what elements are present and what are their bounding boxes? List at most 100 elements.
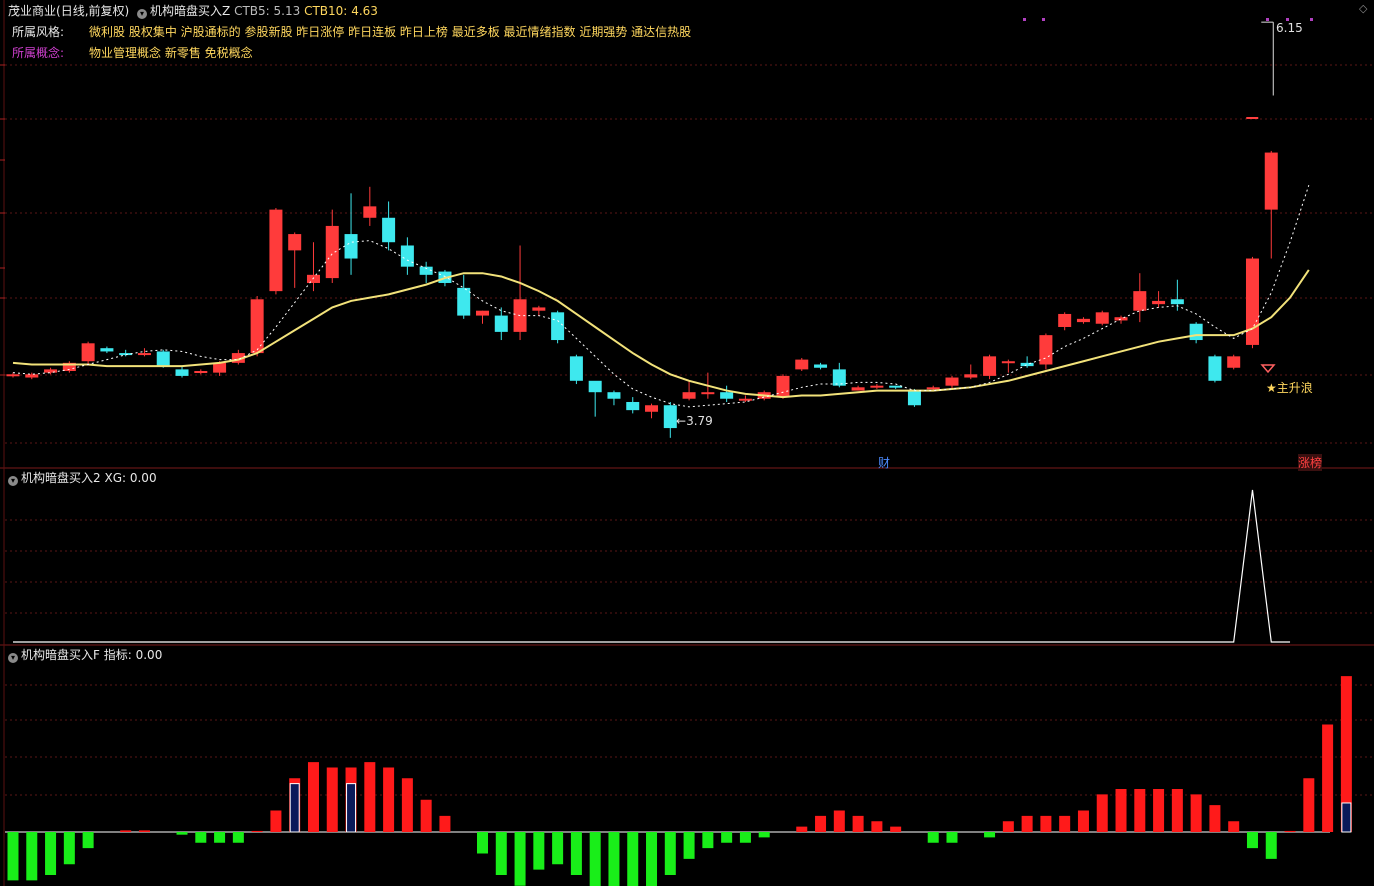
indicator-bar-down	[195, 832, 207, 843]
f-panel-title: ▾ 机构暗盘买入F 指标: 0.00	[8, 646, 162, 663]
indicator-bar-up	[251, 830, 263, 832]
candle-body	[945, 377, 959, 386]
indicator-bar-up	[138, 830, 150, 832]
grid-lines	[0, 0, 1374, 886]
indicator-bar-up	[120, 830, 132, 832]
candle-body	[1058, 313, 1072, 327]
xg-chart	[13, 489, 1291, 643]
indicator-bar-down	[1246, 832, 1258, 849]
indicator-bar-down	[477, 832, 488, 854]
f-indicator-chart	[5, 676, 1352, 886]
candle-body	[457, 287, 471, 316]
f-label: 指标:	[103, 648, 132, 662]
indicator-bar-up	[401, 778, 413, 832]
indicator-bar-up	[364, 762, 376, 832]
candle-body	[25, 374, 39, 378]
indicator-bar-down	[946, 832, 958, 843]
candle-body	[44, 369, 58, 373]
candle-body	[494, 315, 508, 332]
indicator-bar-down	[533, 832, 545, 870]
candle-body	[626, 401, 640, 411]
indicator-bar-up	[1040, 815, 1052, 832]
candle-body	[1133, 291, 1147, 311]
ma10-line	[12, 269, 1310, 399]
indicator-bar-up	[1096, 794, 1108, 832]
indicator-bar-up	[890, 826, 902, 832]
candle-body	[382, 217, 396, 243]
indicator-bar-down	[26, 832, 38, 881]
indicator-bar-down	[63, 832, 75, 865]
indicator-overlay-bar	[289, 783, 300, 833]
indicator-bar-up	[383, 767, 395, 832]
candle-body	[907, 390, 921, 406]
indicator-bar-up	[1002, 821, 1014, 832]
candle-body	[325, 225, 339, 279]
candle-body	[701, 392, 715, 395]
xg-line	[13, 489, 1291, 643]
indicator-bar-down	[683, 832, 695, 859]
f-toggle-icon[interactable]: ▾	[8, 653, 18, 663]
candle-body	[1208, 356, 1222, 381]
candle-body	[1245, 258, 1259, 345]
top-marker-dot	[1310, 18, 1313, 21]
candle-body	[663, 405, 677, 429]
indicator-bar-down	[570, 832, 582, 875]
indicator-bar-up	[420, 799, 432, 832]
xg-panel-title: ▾ 机构暗盘买入2 XG: 0.00	[8, 469, 157, 486]
candle-body	[213, 362, 227, 373]
candle-body	[1170, 299, 1184, 305]
candle-body	[645, 405, 659, 412]
indicator-bar-down	[214, 832, 226, 843]
xg-title[interactable]: 机构暗盘买入2	[21, 471, 101, 485]
candle-body	[476, 310, 489, 316]
indicator-bar-down	[758, 832, 770, 838]
top-marker-dot	[1023, 18, 1026, 21]
candle-body	[81, 343, 95, 362]
candle-body	[964, 374, 978, 378]
candle-body	[1264, 152, 1278, 210]
candle-body	[682, 392, 696, 399]
indicator-bar-down	[232, 832, 244, 843]
indicator-bar-down	[664, 832, 676, 875]
financial-marker[interactable]: 财	[878, 454, 890, 471]
candle-body	[175, 369, 189, 376]
indicator-bar-up	[326, 767, 338, 832]
indicator-bar-up	[1153, 789, 1165, 832]
indicator-bar-down	[552, 832, 564, 865]
indicator-overlay-bar	[346, 783, 357, 833]
f-title[interactable]: 机构暗盘买入F	[21, 648, 100, 662]
indicator-bar-down	[739, 832, 751, 843]
indicator-bar-up	[1134, 789, 1146, 832]
indicator-bar-down	[176, 832, 188, 835]
indicator-bar-up	[1077, 810, 1089, 832]
indicator-bar-down	[721, 832, 733, 843]
indicator-bar-up	[1322, 724, 1334, 832]
candle-body	[832, 369, 846, 386]
indicator-bar-down	[7, 832, 19, 881]
candle-body	[795, 359, 809, 370]
indicator-bar-up	[815, 815, 827, 832]
high-price-label: 6.15	[1276, 21, 1303, 35]
candle-body	[119, 353, 133, 356]
candle-body	[569, 356, 583, 381]
candle-body	[1189, 323, 1203, 341]
chart-canvas[interactable]	[0, 0, 1374, 886]
limit-up-marker[interactable]: 涨榜	[1298, 454, 1323, 471]
indicator-bar-down	[495, 832, 507, 875]
candle-body	[738, 398, 752, 401]
indicator-bar-down	[514, 832, 526, 886]
candle-body	[1039, 335, 1053, 365]
xg-toggle-icon[interactable]: ▾	[8, 476, 18, 486]
indicator-bar-up	[1284, 830, 1296, 832]
candle-body	[1114, 317, 1128, 321]
candle-body	[1227, 356, 1241, 368]
candle-body	[194, 371, 208, 374]
candle-body	[269, 209, 283, 292]
indicator-bar-up	[796, 826, 808, 832]
indicator-bar-down	[627, 832, 639, 886]
indicator-bar-down	[646, 832, 658, 886]
candle-body	[720, 392, 734, 399]
candle-body	[344, 234, 358, 259]
candle-body	[1001, 361, 1015, 364]
candle-body	[400, 245, 414, 267]
